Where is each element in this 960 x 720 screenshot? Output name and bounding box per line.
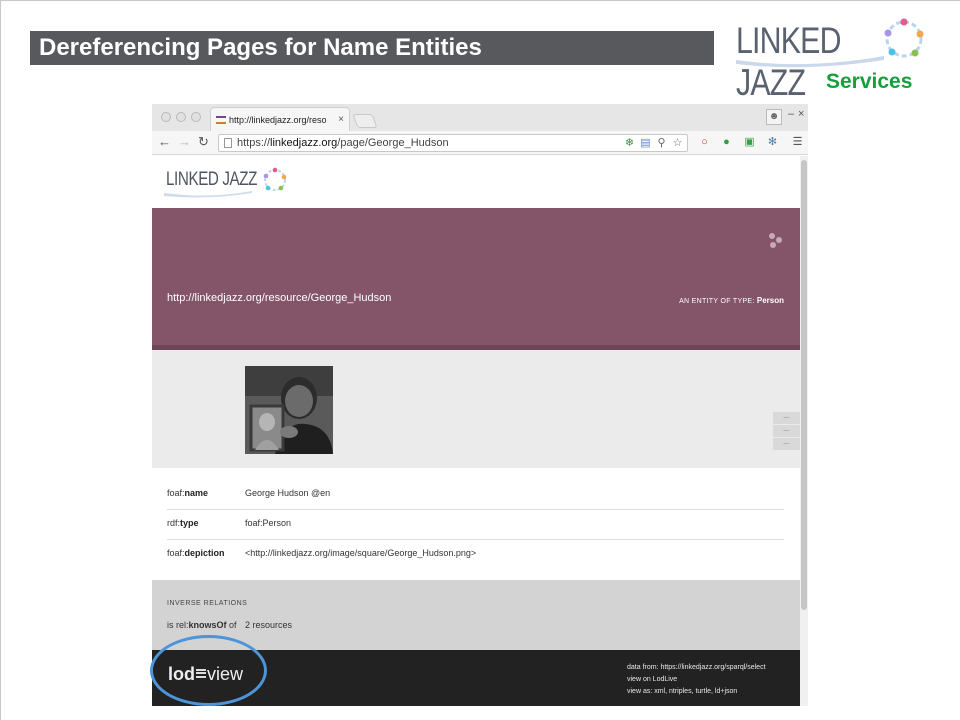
property-key[interactable]: foaf:depiction — [167, 548, 225, 558]
inverse-relation-count[interactable]: 2 resources — [245, 620, 292, 630]
property-row: foaf:depiction <http://linkedjazz.org/im… — [167, 540, 784, 570]
portrait-photo[interactable] — [245, 366, 333, 454]
side-tab-1[interactable]: — — [773, 412, 800, 424]
property-row: rdf:type foaf:Person — [167, 510, 784, 540]
site-logo-ring-icon — [263, 167, 287, 191]
data-source-link[interactable]: data from: https://linkedjazz.org/sparql… — [627, 662, 766, 674]
inverse-relation-key[interactable]: is rel:knowsOf of — [167, 620, 237, 630]
inverse-relations-title: INVERSE RELATIONS — [167, 600, 248, 607]
page-icon — [224, 138, 232, 148]
side-tab-2[interactable]: — — [773, 425, 800, 437]
bookmark-star-icon[interactable]: ☆ — [671, 137, 684, 150]
section-label: Services — [826, 70, 913, 93]
inverse-relations: INVERSE RELATIONS is rel:knowsOf of 2 re… — [152, 580, 800, 650]
depiction-area — [152, 350, 800, 468]
side-tabs: — — — — [773, 412, 800, 451]
view-formats-link[interactable]: view as: xml, ntriples, turtle, ld+json — [627, 686, 766, 698]
url-scheme: https:// — [237, 137, 271, 149]
site-logo-swoosh — [164, 191, 252, 198]
profile-icon[interactable]: ☻ — [766, 109, 782, 125]
scrollbar[interactable] — [800, 156, 808, 706]
entity-type-value[interactable]: Person — [757, 296, 784, 305]
evernote-extension-icon[interactable]: ● — [720, 136, 733, 149]
zoom-icon[interactable]: ⚲ — [655, 137, 668, 150]
footer-links: data from: https://linkedjazz.org/sparql… — [627, 662, 766, 698]
window-close-icon[interactable]: × — [798, 108, 804, 120]
scrollbar-thumb[interactable] — [801, 160, 807, 610]
back-arrow-icon[interactable]: ← — [158, 134, 171, 149]
browser-window: http://linkedjazz.org/reso × ☻ – × ← → ↻… — [152, 104, 808, 706]
tab-bar: http://linkedjazz.org/reso × ☻ – × — [152, 104, 808, 131]
url-path: /page/George_Hudson — [337, 137, 449, 149]
minimize-window-button[interactable] — [176, 112, 186, 122]
opera-extension-icon[interactable]: ○ — [698, 136, 711, 149]
share-dots-icon[interactable] — [769, 233, 785, 249]
new-tab-button[interactable] — [352, 114, 378, 128]
maximize-window-button[interactable] — [191, 112, 201, 122]
lodlive-link[interactable]: view on LodLive — [627, 674, 766, 686]
logo-ring-icon — [884, 18, 924, 58]
linked-jazz-logo: LINKED JAZZ — [736, 14, 932, 103]
property-row: foaf:name George Hudson @en — [167, 480, 784, 510]
address-bar[interactable]: https://linkedjazz.org/page/George_Hudso… — [218, 134, 688, 152]
highlight-annotation-circle — [150, 635, 267, 706]
url-host: linkedjazz.org — [270, 137, 338, 149]
side-tab-3[interactable]: — — [773, 438, 800, 450]
menu-icon[interactable]: ☰ — [791, 136, 804, 149]
tab-title: http://linkedjazz.org/reso — [229, 115, 327, 125]
property-value[interactable]: <http://linkedjazz.org/image/square/Geor… — [245, 548, 476, 558]
close-tab-icon[interactable]: × — [338, 114, 344, 125]
document-icon[interactable]: ▤ — [639, 137, 652, 150]
property-key[interactable]: rdf:type — [167, 518, 199, 528]
spaceship-extension-icon[interactable]: ✻ — [766, 136, 779, 149]
forward-arrow-icon[interactable]: → — [178, 134, 191, 149]
entity-type: AN ENTITY OF TYPE: Person — [679, 296, 784, 305]
close-window-button[interactable] — [161, 112, 171, 122]
property-key[interactable]: foaf:name — [167, 488, 208, 498]
extension-puzzle-icon[interactable]: ❄ — [623, 137, 636, 150]
slide-title: Dereferencing Pages for Name Entities — [30, 31, 714, 65]
property-value: George Hudson @en — [245, 488, 331, 498]
browser-tab[interactable]: http://linkedjazz.org/reso × — [210, 107, 350, 131]
reload-icon[interactable]: ↻ — [198, 134, 209, 150]
site-favicon-icon — [216, 116, 226, 124]
property-list: foaf:name George Hudson @en rdf:type foa… — [167, 480, 784, 570]
window-minimize-icon[interactable]: – — [788, 108, 794, 120]
property-value[interactable]: foaf:Person — [245, 518, 291, 528]
page-content: LINKED JAZZ http://linkedjazz.org/resour… — [152, 156, 800, 706]
site-logo-text: LINKED JAZZ — [166, 169, 258, 190]
browser-toolbar: ← → ↻ https://linkedjazz.org/page/George… — [152, 131, 808, 155]
entity-header: http://linkedjazz.org/resource/George_Hu… — [152, 208, 800, 350]
print-extension-icon[interactable]: ▣ — [743, 136, 756, 149]
entity-type-label: AN ENTITY OF TYPE: — [679, 298, 755, 305]
resource-uri[interactable]: http://linkedjazz.org/resource/George_Hu… — [167, 292, 391, 304]
